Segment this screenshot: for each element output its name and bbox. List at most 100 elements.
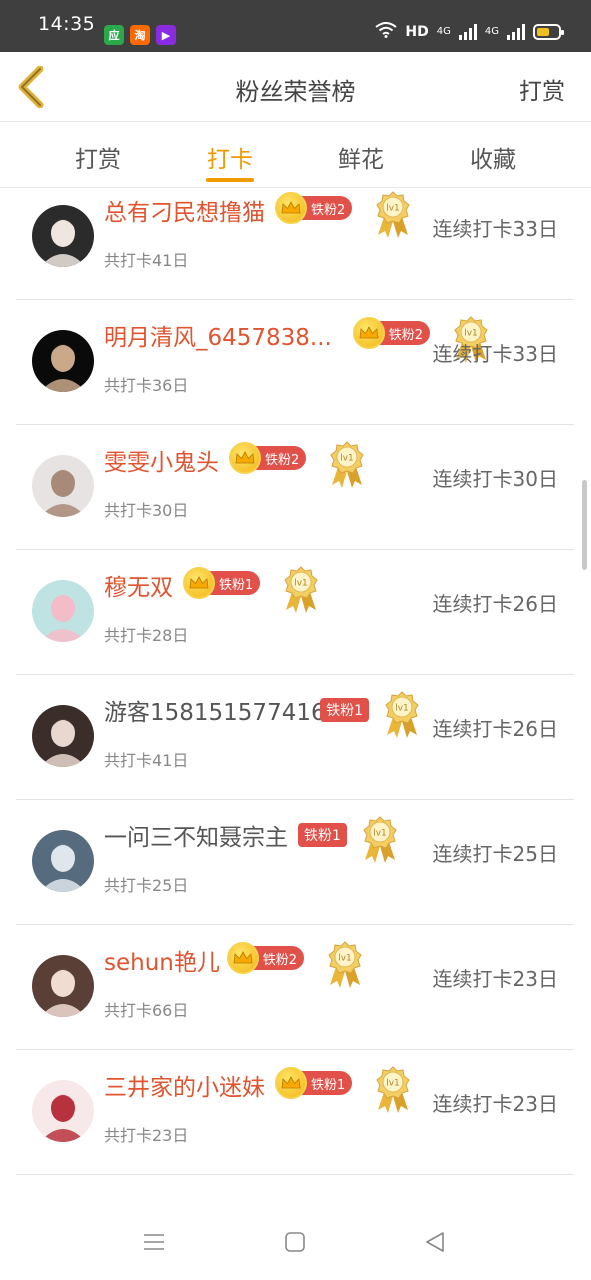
svg-text:lv1: lv1 (386, 204, 400, 214)
status-app-icons: 应淘 ▶ (104, 25, 176, 47)
fan-name[interactable]: 明月清风_6457838... (104, 318, 332, 352)
crown-icon (275, 1067, 307, 1099)
app-header: 粉丝荣誉榜 打赏 (0, 52, 591, 122)
fan-level-badge: 铁粉2 (229, 442, 307, 474)
streak-days: 连续打卡33日 (432, 217, 558, 241)
status-bar: 14:35 应淘 ▶ HD 4G 4G (0, 0, 591, 52)
total-checkin-days: 共打卡41日 (104, 251, 189, 270)
reward-button[interactable]: 打赏 (519, 72, 565, 106)
streak-days: 连续打卡30日 (432, 467, 558, 491)
svg-text:lv1: lv1 (338, 954, 352, 964)
crown-icon (275, 192, 307, 224)
medal-lv1-icon: lv1 (375, 1066, 411, 1114)
svg-text:lv1: lv1 (464, 329, 478, 339)
fan-list-item[interactable]: 穆无双 铁粉1 lv1 共打卡28日 连续打卡26日 (16, 550, 574, 675)
avatar[interactable] (32, 330, 94, 392)
fan-level-badge: 铁粉1 (298, 822, 347, 848)
fan-list-item[interactable]: 雯雯小鬼头 铁粉2 lv1 共打卡30日 连续打卡30日 (16, 425, 574, 550)
total-checkin-days: 共打卡41日 (104, 751, 189, 770)
system-nav-bar (0, 1204, 591, 1280)
avatar[interactable] (32, 830, 94, 892)
back-triangle-icon[interactable] (423, 1230, 449, 1256)
svg-text:lv1: lv1 (395, 704, 409, 714)
tab-flowers[interactable]: 鲜花 (311, 140, 411, 174)
streak-days: 连续打卡26日 (432, 717, 558, 741)
status-time: 14:35 (38, 13, 96, 35)
hd-indicator: HD (405, 23, 429, 40)
svg-text:lv1: lv1 (386, 1079, 400, 1089)
fan-level-badge: 铁粉2 (275, 192, 353, 224)
total-checkin-days: 共打卡23日 (104, 1126, 189, 1145)
medal-lv1-icon: lv1 (283, 566, 319, 614)
video-app-icon: ▶ (156, 25, 176, 45)
crown-icon (183, 567, 215, 599)
fan-level-badge: 铁粉2 (352, 317, 431, 349)
fan-list-item[interactable]: 总有刁民想撸猫 铁粉2 lv1 共打卡41日 连续打卡33日 (16, 189, 574, 300)
avatar[interactable] (32, 705, 94, 767)
crown-icon (352, 317, 385, 349)
active-tab-indicator (206, 178, 254, 182)
fan-level-label: 铁粉1 (298, 823, 347, 847)
wifi-icon (375, 22, 398, 41)
total-checkin-days: 共打卡28日 (104, 626, 189, 645)
avatar[interactable] (32, 955, 94, 1017)
fan-list-item[interactable]: 明月清风_6457838... 铁粉2 lv1 共打卡36日 连续打卡33日 (16, 300, 574, 425)
signal-icon-2 (507, 23, 525, 40)
total-checkin-days: 共打卡30日 (104, 501, 189, 520)
fan-ranking-list: 总有刁民想撸猫 铁粉2 lv1 共打卡41日 连续打卡33日 明月清风_6457838..… (0, 189, 591, 1204)
fan-list-item[interactable]: 三井家的小迷妹 铁粉1 lv1 共打卡23日 连续打卡23日 (16, 1050, 574, 1175)
streak-days: 连续打卡33日 (432, 342, 558, 366)
tab-reward[interactable]: 打赏 (48, 140, 148, 174)
fan-list-item[interactable]: 游客158151577416 铁粉1 lv1 共打卡41日 连续打卡26日 (16, 675, 574, 800)
tab-bar: 打赏 打卡 鲜花 收藏 (0, 122, 591, 188)
fan-name[interactable]: 一问三不知聂宗主 (104, 818, 288, 852)
menu-icon[interactable] (142, 1230, 168, 1256)
total-checkin-days: 共打卡66日 (104, 1001, 189, 1020)
crown-icon (229, 442, 261, 474)
yingyongbao-icon: 应 (104, 25, 124, 45)
medal-lv1-icon: lv1 (329, 441, 365, 489)
fan-level-badge: 铁粉2 (226, 942, 304, 974)
taobao-icon: 淘 (130, 25, 150, 45)
total-checkin-days: 共打卡25日 (104, 876, 189, 895)
fan-list-item[interactable]: sehun艳儿 铁粉2 lv1 共打卡66日 连续打卡23日 (16, 925, 574, 1050)
fan-name[interactable]: 总有刁民想撸猫 (104, 193, 265, 227)
fan-name[interactable]: 三井家的小迷妹 (104, 1068, 265, 1102)
streak-days: 连续打卡26日 (432, 592, 558, 616)
fan-level-badge: 铁粉1 (183, 567, 261, 599)
avatar[interactable] (32, 580, 94, 642)
fan-name[interactable]: 游客158151577416 (104, 693, 326, 727)
scrollbar[interactable] (582, 480, 587, 570)
tab-checkin[interactable]: 打卡 (180, 140, 280, 174)
streak-days: 连续打卡23日 (432, 1092, 558, 1116)
fan-level-badge: 铁粉1 (320, 697, 369, 723)
signal-icon (458, 23, 477, 40)
medal-lv1-icon: lv1 (327, 941, 363, 989)
fan-level-label: 铁粉1 (320, 698, 369, 722)
tab-favorites[interactable]: 收藏 (443, 140, 543, 174)
fan-level-badge: 铁粉1 (275, 1067, 353, 1099)
battery-icon (533, 23, 564, 40)
svg-text:lv1: lv1 (340, 454, 354, 464)
streak-days: 连续打卡25日 (432, 842, 558, 866)
fan-name[interactable]: 穆无双 (104, 568, 173, 602)
medal-lv1-icon: lv1 (375, 191, 411, 239)
home-square-icon[interactable] (283, 1230, 309, 1256)
streak-days: 连续打卡23日 (432, 967, 558, 991)
fan-list-item[interactable]: 一问三不知聂宗主 铁粉1 lv1 共打卡25日 连续打卡25日 (16, 800, 574, 925)
avatar[interactable] (32, 455, 94, 517)
fan-name[interactable]: sehun艳儿 (104, 943, 220, 977)
crown-icon (226, 942, 259, 974)
network-4g-label-2: 4G (484, 26, 499, 37)
medal-lv1-icon: lv1 (362, 816, 398, 864)
avatar[interactable] (32, 205, 94, 267)
avatar[interactable] (32, 1080, 94, 1142)
network-4g-label: 4G (436, 26, 451, 37)
fan-name[interactable]: 雯雯小鬼头 (104, 443, 219, 477)
medal-lv1-icon: lv1 (384, 691, 420, 739)
svg-text:lv1: lv1 (373, 829, 387, 839)
svg-text:lv1: lv1 (294, 579, 308, 589)
status-right: HD 4G 4G (375, 22, 564, 41)
page-title: 粉丝荣誉榜 (235, 78, 356, 106)
total-checkin-days: 共打卡36日 (104, 376, 189, 395)
